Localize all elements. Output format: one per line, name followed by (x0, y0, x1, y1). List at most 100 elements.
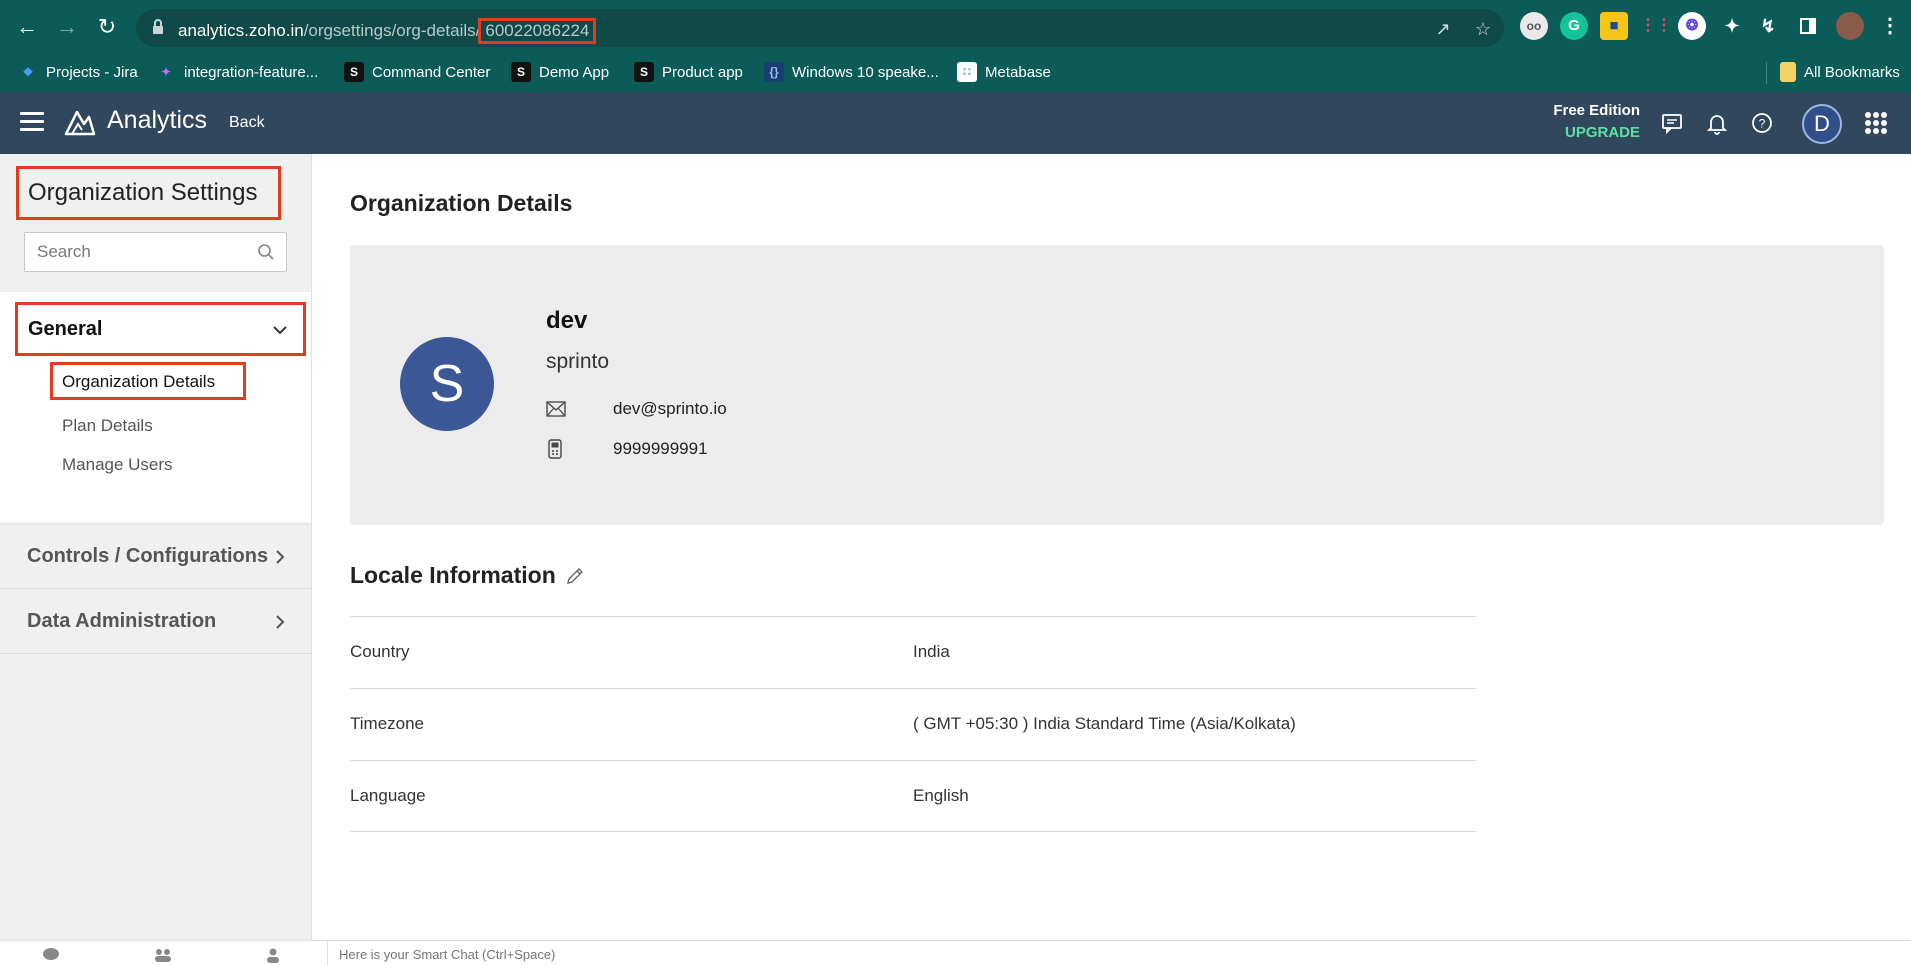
bookmark-label: Product app (662, 63, 743, 81)
edition-label: Free Edition (1553, 102, 1640, 119)
address-bar[interactable]: analytics.zoho.in/orgsettings/org-detail… (136, 9, 1504, 47)
locale-value: ( GMT +05:30 ) India Standard Time (Asia… (913, 714, 1296, 733)
bookmark-label: Projects - Jira (46, 63, 138, 81)
settings-sidebar: Organization Settings General Organizati… (0, 154, 312, 940)
s-logo-icon: S (634, 62, 654, 82)
s-logo-icon: S (511, 62, 531, 82)
sidepanel-icon[interactable] (1794, 12, 1822, 40)
group-icon[interactable] (153, 947, 171, 963)
folder-icon (1780, 62, 1796, 82)
bookmark-item[interactable]: ∷ Metabase (957, 60, 1051, 84)
pencil-edit-icon[interactable] (565, 566, 585, 586)
kebab-menu-icon[interactable]: ⋮ (1876, 12, 1904, 40)
bookmarks-bar: ❖ Projects - Jira ✦ integration-feature.… (0, 52, 1911, 92)
bolt-icon[interactable]: ↯ (1754, 12, 1782, 40)
org-phone: 9999999991 (613, 439, 708, 458)
contact-icon[interactable] (265, 947, 283, 963)
general-section: General Organization Details Plan Detail… (0, 292, 311, 524)
bookmarks-divider (1766, 62, 1767, 84)
bookmark-item[interactable]: S Command Center (344, 60, 490, 84)
extension-eyes-icon[interactable]: oo (1520, 12, 1548, 40)
forward-arrow-icon[interactable]: → (54, 14, 80, 40)
reload-icon[interactable]: ↻ (94, 14, 120, 40)
org-name: dev (546, 307, 588, 334)
lock-icon (152, 19, 164, 35)
bookmark-item[interactable]: ✦ integration-feature... (156, 60, 318, 84)
locale-value: India (913, 642, 950, 661)
locale-row: Timezone ( GMT +05:30 ) India Standard T… (350, 688, 1476, 760)
brackets-icon: {} (764, 62, 784, 82)
search-icon[interactable] (257, 243, 275, 261)
profile-avatar[interactable] (1836, 12, 1864, 40)
bookmark-item[interactable]: S Demo App (511, 60, 609, 84)
org-email: dev@sprinto.io (613, 399, 727, 418)
analytics-logo-icon (64, 108, 96, 136)
s-logo-icon: S (344, 62, 364, 82)
bookmark-label: Windows 10 speake... (792, 63, 939, 81)
mail-icon (546, 401, 566, 417)
locale-table: Country India Timezone ( GMT +05:30 ) In… (350, 616, 1476, 832)
url-path: /orgsettings/org-details/ (303, 21, 481, 40)
locale-key: Country (350, 642, 410, 661)
smart-chat-input[interactable] (339, 947, 939, 962)
chat-icon[interactable] (1660, 111, 1684, 135)
locale-value: English (913, 786, 969, 805)
sidebar-title: Organization Settings (28, 179, 258, 206)
bell-icon[interactable] (1705, 111, 1729, 135)
sidebar-section-data-administration[interactable]: Data Administration (0, 590, 311, 654)
extension-yellow-icon[interactable]: ■ (1600, 12, 1628, 40)
back-link[interactable]: Back (229, 114, 265, 132)
grammarly-icon[interactable]: G (1560, 12, 1588, 40)
bookmark-label: All Bookmarks (1804, 63, 1900, 81)
back-arrow-icon[interactable]: ← (14, 14, 40, 40)
all-bookmarks[interactable]: All Bookmarks (1780, 60, 1900, 84)
help-icon[interactable]: ? (1750, 111, 1774, 135)
locale-row: Language English (350, 760, 1476, 832)
bookmark-item[interactable]: S Product app (634, 60, 743, 84)
bookmark-label: Metabase (985, 63, 1051, 81)
chat-divider (327, 941, 328, 965)
locale-row: Country India (350, 616, 1476, 688)
sidebar-item-plan-details[interactable]: Plan Details (62, 416, 153, 436)
sidebar-item-manage-users[interactable]: Manage Users (62, 455, 173, 475)
bookmark-label: Demo App (539, 63, 610, 81)
user-avatar[interactable]: D (1802, 104, 1842, 144)
puzzle-icon[interactable]: ✦ (1718, 12, 1746, 40)
page-title: Organization Details (350, 190, 573, 216)
url-host: analytics.zoho.in (178, 21, 304, 40)
figma-icon: ✦ (160, 65, 172, 79)
search-input[interactable] (37, 242, 247, 262)
app-header: Analytics Back Free Edition UPGRADE ? D (0, 92, 1911, 154)
section-label: Controls / Configurations (27, 545, 269, 567)
locale-key: Language (350, 786, 426, 805)
locale-key: Timezone (350, 714, 425, 733)
main-content: Organization Details S dev sprinto dev@s… (313, 154, 1911, 940)
apps-grid-icon[interactable] (1865, 112, 1887, 134)
bookmark-item[interactable]: ❖ Projects - Jira (18, 60, 138, 84)
sidebar-item-organization-details[interactable]: Organization Details (50, 362, 246, 400)
chevron-right-icon (272, 547, 288, 567)
general-section-header[interactable]: General (15, 302, 306, 356)
upgrade-link[interactable]: UPGRADE (1552, 124, 1640, 141)
general-label: General (28, 318, 103, 340)
star-icon[interactable]: ☆ (1472, 18, 1494, 40)
sidebar-section-controls[interactable]: Controls / Configurations (0, 525, 311, 589)
search-box (24, 232, 287, 272)
sidebar-title-highlight: Organization Settings (16, 166, 281, 220)
chevron-down-icon (271, 321, 289, 339)
extension-flower-icon[interactable]: ❂ (1678, 12, 1706, 40)
hamburger-menu-icon[interactable] (20, 112, 44, 132)
browser-chrome: ← → ↻ analytics.zoho.in/orgsettings/org-… (0, 0, 1911, 92)
metabase-icon: ∷ (957, 62, 977, 82)
smart-chat-bar (0, 940, 1911, 965)
browser-toolbar: ← → ↻ analytics.zoho.in/orgsettings/org-… (0, 0, 1911, 52)
share-icon[interactable]: ↗ (1432, 18, 1454, 40)
section-label: Data Administration (27, 610, 217, 632)
bookmark-label: Command Center (372, 63, 491, 81)
url-org-id: 60022086224 (478, 18, 597, 44)
extension-grid-icon[interactable]: ⋮⋮ (1640, 12, 1672, 40)
bookmark-item[interactable]: {} Windows 10 speake... (764, 60, 939, 84)
locale-section-title: Locale Information (350, 562, 556, 588)
org-avatar: S (400, 337, 494, 431)
chat-bubble-icon[interactable] (42, 947, 60, 963)
